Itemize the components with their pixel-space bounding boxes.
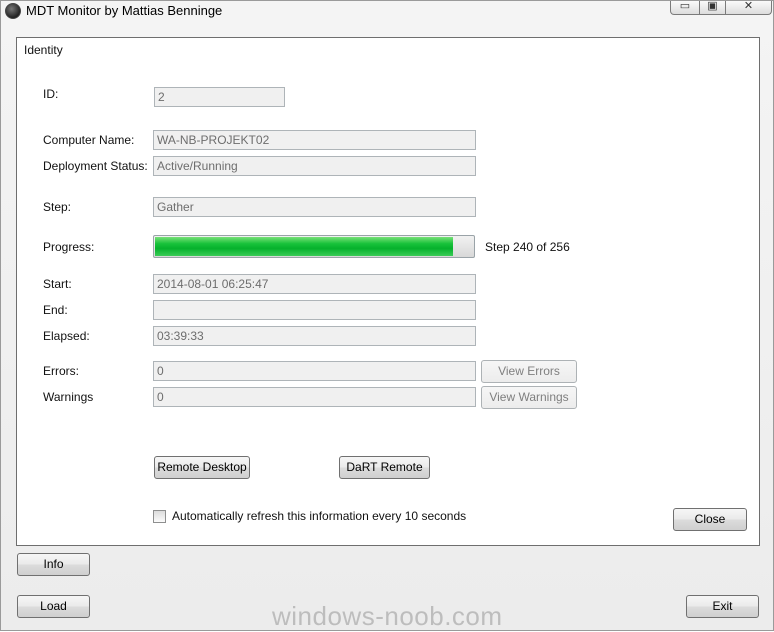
remote-desktop-button[interactable]: Remote Desktop xyxy=(154,456,250,479)
start-label: Start: xyxy=(43,277,72,291)
close-button[interactable]: Close xyxy=(673,508,747,531)
auto-refresh-checkbox[interactable] xyxy=(153,510,166,523)
step-field[interactable]: Gather xyxy=(153,197,476,217)
errors-label: Errors: xyxy=(43,364,79,378)
computer-name-field[interactable]: WA-NB-PROJEKT02 xyxy=(153,130,476,150)
elapsed-label: Elapsed: xyxy=(43,329,90,343)
identity-group-label: Identity xyxy=(24,43,63,57)
auto-refresh-label: Automatically refresh this information e… xyxy=(172,509,467,523)
window-title: MDT Monitor by Mattias Benninge xyxy=(26,3,223,18)
step-label: Step: xyxy=(43,200,72,214)
minimize-button[interactable]: ▭ xyxy=(670,0,700,15)
webcam-icon xyxy=(5,3,21,19)
exit-button[interactable]: Exit xyxy=(686,595,759,618)
minimize-icon: ▭ xyxy=(679,0,691,12)
maximize-icon: ▣ xyxy=(707,0,718,12)
start-field[interactable]: 2014-08-01 06:25:47 xyxy=(153,274,476,294)
id-field[interactable]: 2 xyxy=(154,87,285,107)
dart-remote-button[interactable]: DaRT Remote xyxy=(339,456,430,479)
main-window: MDT Monitor by Mattias Benninge ▭ ▣ ✕ Id… xyxy=(0,0,774,631)
window-close-button[interactable]: ✕ xyxy=(725,0,772,15)
progress-label: Progress: xyxy=(43,240,95,254)
warnings-field[interactable]: 0 xyxy=(153,387,476,407)
info-button[interactable]: Info xyxy=(17,553,90,576)
load-button[interactable]: Load xyxy=(17,595,90,618)
watermark-text: windows-noob.com xyxy=(272,601,503,631)
warnings-label: Warnings xyxy=(43,390,94,404)
deployment-status-field[interactable]: Active/Running xyxy=(153,156,476,176)
title-bar: MDT Monitor by Mattias Benninge ▭ ▣ ✕ xyxy=(1,0,773,23)
end-field[interactable] xyxy=(153,300,476,320)
progress-step-text: Step 240 of 256 xyxy=(485,240,570,254)
progress-fill xyxy=(155,237,453,256)
computer-name-label: Computer Name: xyxy=(43,133,135,147)
view-warnings-button[interactable]: View Warnings xyxy=(481,386,577,409)
close-icon: ✕ xyxy=(743,0,754,12)
end-label: End: xyxy=(43,303,68,317)
maximize-button[interactable]: ▣ xyxy=(699,0,726,15)
progress-bar xyxy=(153,235,475,258)
errors-field[interactable]: 0 xyxy=(153,361,476,381)
elapsed-field[interactable]: 03:39:33 xyxy=(153,326,476,346)
view-errors-button[interactable]: View Errors xyxy=(481,360,577,383)
deployment-status-label: Deployment Status: xyxy=(43,159,148,173)
id-label: ID: xyxy=(43,87,59,101)
